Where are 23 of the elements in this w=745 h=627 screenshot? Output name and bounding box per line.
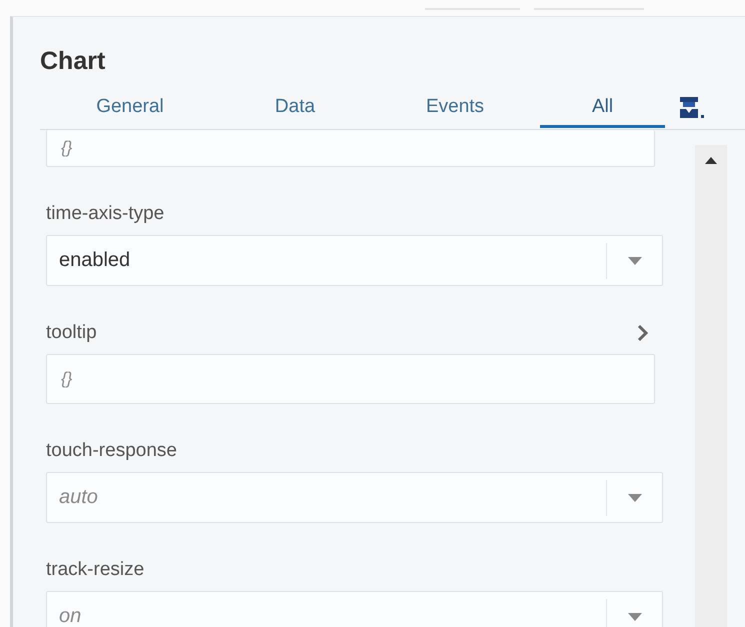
tab[interactable]: Data <box>220 89 370 128</box>
dropdown-caret-icon <box>628 494 642 502</box>
chevron-right-icon[interactable] <box>637 324 649 342</box>
field-value: on <box>58 605 82 627</box>
input-field[interactable]: {} <box>46 354 655 404</box>
dropdown-caret-icon <box>628 612 642 620</box>
field-value: auto <box>58 486 99 509</box>
dropdown-field[interactable]: enabled <box>46 235 663 286</box>
field-value: enabled <box>58 249 132 272</box>
scroll-up-arrow-icon[interactable] <box>705 157 717 164</box>
dropdown-caret-icon <box>628 256 642 264</box>
panel-title: Chart <box>39 46 106 77</box>
dropdown-field[interactable]: auto <box>46 472 663 523</box>
field-label: track-resize <box>46 559 144 581</box>
person-icon[interactable] <box>679 97 705 119</box>
field-label: touch-response <box>46 440 177 462</box>
input-field[interactable]: {} <box>46 130 655 167</box>
dropdown-field[interactable]: on <box>46 591 663 627</box>
tab[interactable]: General <box>40 89 220 128</box>
field-label: time-axis-type <box>46 203 164 225</box>
scrollbar-track[interactable] <box>695 145 727 627</box>
tab[interactable]: Events <box>370 89 540 128</box>
field-label: tooltip <box>46 322 97 344</box>
